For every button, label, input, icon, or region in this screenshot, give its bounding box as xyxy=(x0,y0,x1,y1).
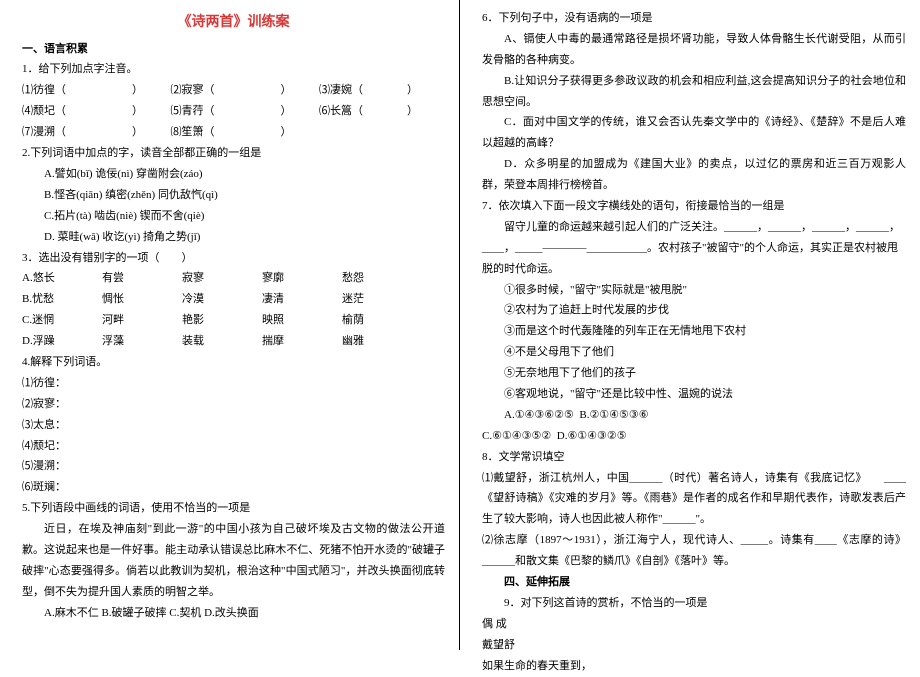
q2-opt-c: C.拓片(tà) 啮齿(niè) 锲而不舍(qiè) xyxy=(22,206,445,227)
q2-opt-a: A.譬如(bǐ) 诡佞(nì) 穿凿附会(záo) xyxy=(22,164,445,185)
doc-title: 《诗两首》训练案 xyxy=(22,8,445,35)
q4-item-4: ⑷颓圮： xyxy=(22,436,445,457)
q8-item-1: ⑴戴望舒，浙江杭州人，中国______（时代）著名诗人，诗集有《我底记忆》 __… xyxy=(482,468,906,531)
q1-item-1: ⑴彷徨（ ） ⑵寂寥（ ） ⑶凄婉（ ） xyxy=(22,80,445,101)
q5: 5.下列语段中画线的词语，使用不恰当的一项是 xyxy=(22,498,445,519)
q7-list-4: ④不是父母甩下了他们 xyxy=(482,342,906,363)
q6: 6．下列句子中，没有语病的一项是 xyxy=(482,8,906,29)
q2-opt-b: B.悭吝(qiān) 缜密(zhěn) 同仇敌忾(qì) xyxy=(22,185,445,206)
q9-poem-title: 偶 成 xyxy=(482,614,906,635)
q8: 8．文学常识填空 xyxy=(482,447,906,468)
q1: 1．给下列加点字注音。 xyxy=(22,59,445,80)
q3: 3．选出没有错别字的一项（ ） xyxy=(22,248,445,269)
q7-list-6: ⑥客观地说，"留守"还是比较中性、温婉的说法 xyxy=(482,384,906,405)
q4: 4.解释下列词语。 xyxy=(22,352,445,373)
q3-row-b: B.忧愁惆怅冷漠凄清迷茫 xyxy=(22,289,445,310)
q6-opt-d: D．众多明星的加盟成为《建国大业》的卖点，以过亿的票房和近三百万观影人群，荣登本… xyxy=(482,154,906,196)
q7-body-b: ____，_____————___________。农村孩子"被留守"的个人命运… xyxy=(482,238,906,280)
q9-poem-line: 如果生命的春天重到， xyxy=(482,656,906,677)
right-column: 6．下列句子中，没有语病的一项是 A、镉使人中毒的最通常路径是损坏肾功能，导致人… xyxy=(460,0,920,650)
q4-item-3: ⑶太息： xyxy=(22,415,445,436)
q6-opt-b: B.让知识分子获得更多参政议政的机会和相应利益,这会提高知识分子的社会地位和思想… xyxy=(482,71,906,113)
q7-list-5: ⑤无奈地甩下了他们的孩子 xyxy=(482,363,906,384)
q4-item-1: ⑴彷徨： xyxy=(22,373,445,394)
q7-list-2: ②农村为了追赶上时代发展的步伐 xyxy=(482,300,906,321)
q2-opt-d: D. 菜畦(wā) 收讫(yì) 掎角之势(jǐ) xyxy=(22,227,445,248)
q7-list-1: ①很多时候，"留守"实际就是"被甩脱" xyxy=(482,280,906,301)
q6-opt-a: A、镉使人中毒的最通常路径是损坏肾功能，导致人体骨骼生长代谢受阻，从而引发骨骼的… xyxy=(482,29,906,71)
q1-item-2: ⑷颓圮（ ） ⑸青荇（ ） ⑹长篙（ ） xyxy=(22,101,445,122)
q2: 2.下列词语中加点的字，读音全部都正确的一组是 xyxy=(22,143,445,164)
q1-item-3: ⑺漫溯（ ） ⑻笙箫（ ） xyxy=(22,122,445,143)
q7: 7．依次填入下面一段文字横线处的语句，衔接最恰当的一组是 xyxy=(482,196,906,217)
q6-opt-c: C．面对中国文学的传统，谁又会否认先秦文学中的《诗经》、《楚辞》不是后人难以超越… xyxy=(482,112,906,154)
left-column: 《诗两首》训练案 一、语言积累 1．给下列加点字注音。 ⑴彷徨（ ） ⑵寂寥（ … xyxy=(0,0,460,650)
q9: 9．对下列这首诗的赏析，不恰当的一项是 xyxy=(482,593,906,614)
q3-row-c: C.迷惘河畔艳影映照榆荫 xyxy=(22,310,445,331)
q9-poem-author: 戴望舒 xyxy=(482,635,906,656)
q3-row-a: A.悠长有尝寂寥寥廓愁怨 xyxy=(22,268,445,289)
q7-body-a: 留守儿童的命运越来越引起人们的广泛关注。______，______，______… xyxy=(482,217,906,238)
section-1-head: 一、语言积累 xyxy=(22,39,445,60)
q4-item-2: ⑵寂寥： xyxy=(22,394,445,415)
q5-opts: A.麻木不仁 B.破罐子破摔 C.契机 D.改头换面 xyxy=(22,603,445,624)
q7-opts: A.①④③⑥②⑤ B.②①④⑤③⑥ C.⑥①④③⑤② D.⑥①④③②⑤ xyxy=(482,405,906,447)
q5-body: 近日，在埃及神庙刻"到此一游"的中国小孩为自己破坏埃及古文物的做法公开道歉。这说… xyxy=(22,519,445,603)
q7-list-3: ③而是这个时代轰隆隆的列车正在无情地甩下农村 xyxy=(482,321,906,342)
q8-item-2: ⑵徐志摩（1897～1931），浙江海宁人，现代诗人、_____。诗集有____… xyxy=(482,530,906,572)
q3-row-d: D.浮躁浮藻装载揣摩幽雅 xyxy=(22,331,445,352)
q4-item-6: ⑹斑斓： xyxy=(22,477,445,498)
section-4-head: 四、延伸拓展 xyxy=(482,572,906,593)
q4-item-5: ⑸漫溯： xyxy=(22,456,445,477)
